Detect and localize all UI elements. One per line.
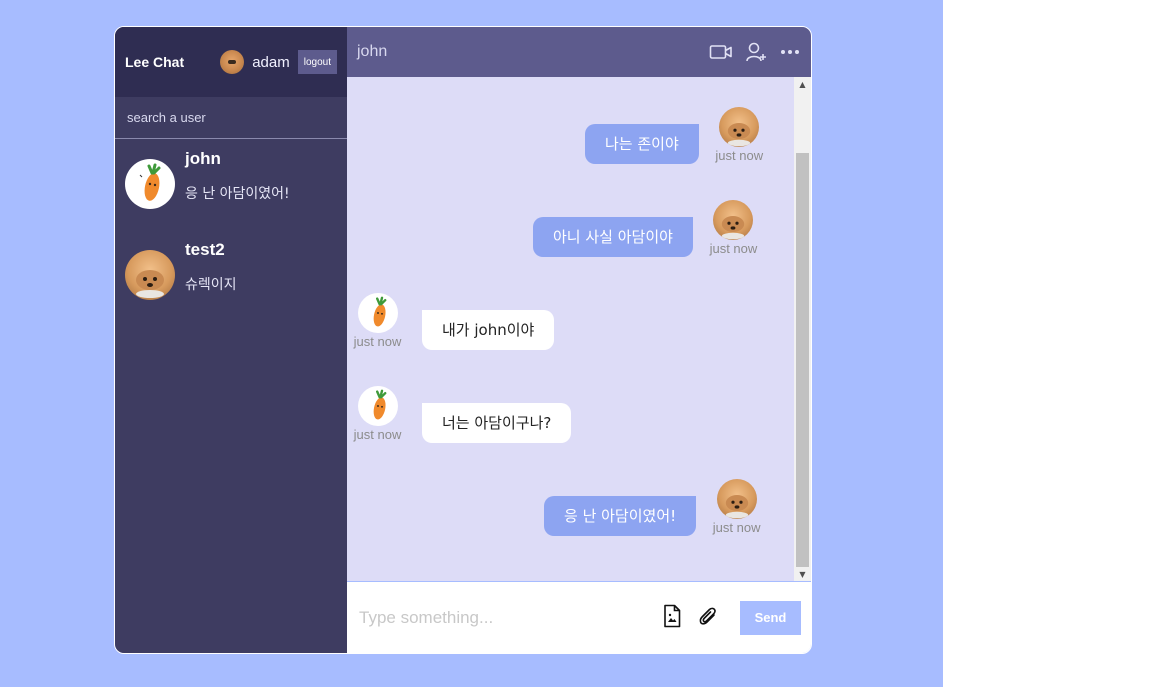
chat-item-name: test2 bbox=[185, 240, 225, 259]
message-own: 아니 사실 아담이야 just now bbox=[533, 199, 762, 257]
chat-list-item-john[interactable]: john 응 난 아담이였어! bbox=[115, 139, 347, 230]
chat-title: john bbox=[357, 42, 388, 60]
user-search bbox=[115, 97, 347, 139]
current-user: adam logout bbox=[220, 50, 337, 74]
messages-scrollbar[interactable]: ▲ ▼ bbox=[794, 76, 811, 582]
chat-item-info: test2 슈렉이지 bbox=[185, 240, 237, 294]
chat-header-icons bbox=[709, 41, 801, 63]
user-name: adam bbox=[252, 53, 290, 71]
message-input-bar: Send bbox=[347, 581, 811, 653]
sidebar: Lee Chat adam logout john bbox=[115, 27, 347, 653]
chat-item-name: john bbox=[185, 149, 221, 168]
message-own: 응 난 아담이였어! just now bbox=[544, 478, 765, 536]
more-icon[interactable] bbox=[779, 42, 801, 62]
video-camera-icon[interactable] bbox=[709, 42, 733, 62]
image-file-icon[interactable] bbox=[662, 604, 682, 632]
message-meta: just now bbox=[349, 292, 406, 350]
chat-panel: john 나는 존이야 just now 아니 사실 아담이야 just now… bbox=[347, 27, 811, 653]
logout-button[interactable]: logout bbox=[297, 50, 337, 74]
message-bubble: 너는 아담이구나? bbox=[422, 402, 572, 443]
chat-item-info: john 응 난 아담이였어! bbox=[185, 149, 290, 203]
message-own: 나는 존이야 just now bbox=[585, 106, 768, 164]
app-brand: Lee Chat bbox=[125, 54, 185, 70]
message-time: just now bbox=[715, 147, 764, 163]
message-bubble: 아니 사실 아담이야 bbox=[533, 216, 693, 257]
message-bubble: 내가 john이야 bbox=[422, 309, 555, 350]
search-user-input[interactable] bbox=[127, 110, 335, 125]
message-bubble: 나는 존이야 bbox=[585, 123, 699, 164]
messages-area[interactable]: 나는 존이야 just now 아니 사실 아담이야 just now just… bbox=[347, 76, 811, 582]
dog-avatar bbox=[716, 478, 757, 519]
message-time: just now bbox=[353, 426, 402, 442]
message-meta: just now bbox=[705, 199, 762, 257]
message-time: just now bbox=[353, 333, 402, 349]
scrollbar-thumb[interactable] bbox=[796, 152, 809, 567]
send-button[interactable]: Send bbox=[740, 600, 801, 635]
scroll-down-arrow-icon[interactable]: ▼ bbox=[794, 567, 811, 581]
message-bubble: 응 난 아담이였어! bbox=[544, 495, 697, 536]
add-user-icon[interactable] bbox=[745, 41, 767, 63]
sidebar-navbar: Lee Chat adam logout bbox=[115, 27, 347, 97]
carrot-avatar bbox=[357, 292, 398, 333]
paperclip-icon[interactable] bbox=[698, 605, 718, 631]
message-time: just now bbox=[709, 240, 758, 256]
message-input[interactable] bbox=[359, 607, 646, 628]
message-time: just now bbox=[712, 519, 761, 535]
message-other: just now 내가 john이야 bbox=[349, 292, 555, 350]
chat-header: john bbox=[347, 27, 811, 77]
carrot-avatar bbox=[125, 159, 175, 209]
message-other: just now 너는 아담이구나? bbox=[349, 385, 572, 443]
scroll-up-arrow-icon[interactable]: ▲ bbox=[794, 77, 811, 93]
chat-item-last-message: 응 난 아담이였어! bbox=[185, 186, 290, 202]
carrot-avatar bbox=[357, 385, 398, 426]
message-meta: just now bbox=[711, 106, 768, 164]
chat-app-window: Lee Chat adam logout john bbox=[114, 26, 812, 654]
dog-avatar bbox=[719, 106, 760, 147]
user-avatar bbox=[220, 50, 245, 74]
chat-list-item-test2[interactable]: test2 슈렉이지 bbox=[115, 230, 347, 321]
message-meta: just now bbox=[708, 478, 765, 536]
dog-avatar bbox=[713, 199, 754, 240]
message-meta: just now bbox=[349, 385, 406, 443]
dog-avatar bbox=[125, 250, 175, 300]
chat-item-last-message: 슈렉이지 bbox=[185, 277, 237, 293]
